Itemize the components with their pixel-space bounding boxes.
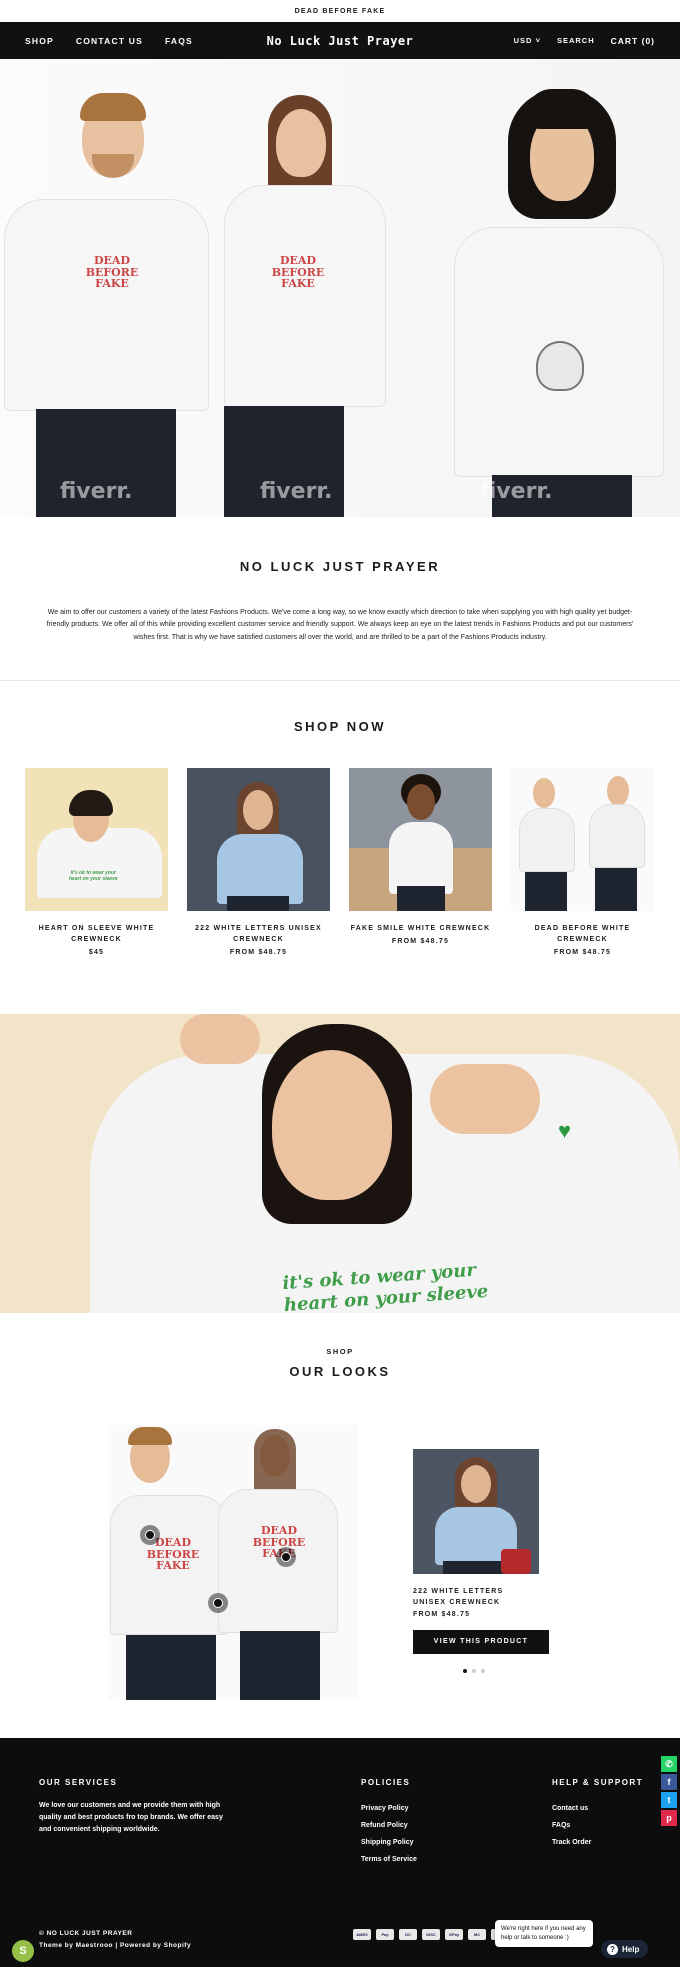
footer-link-track-order[interactable]: Track Order	[552, 1834, 643, 1851]
look-product-image[interactable]	[413, 1449, 539, 1574]
question-icon: ?	[607, 1943, 618, 1955]
product-image[interactable]	[511, 767, 654, 911]
promo-banner: ♥ it's ok to wear your heart on your sle…	[0, 1014, 680, 1313]
credits-text[interactable]: Theme by Maestrooo | Powered by Shopify	[39, 1940, 191, 1952]
currency-label: USD	[513, 36, 533, 45]
announcement-bar: DEAD BEFORE FAKE	[0, 0, 680, 22]
footer-link-terms[interactable]: Terms of Service	[361, 1851, 417, 1868]
product-price: FROM $48.75	[229, 949, 288, 957]
footer-policies: POLICIES Privacy Policy Refund Policy Sh…	[361, 1778, 417, 1869]
product-price: $45	[88, 949, 105, 957]
look-product-card: 222 WHITE LETTERS UNISEX CREWNECK FROM $…	[413, 1449, 549, 1655]
footer-policies-title: POLICIES	[361, 1778, 411, 1787]
footer-link-privacy[interactable]: Privacy Policy	[361, 1800, 417, 1817]
look-hotspot[interactable]	[276, 1547, 296, 1567]
product-image[interactable]	[187, 767, 330, 911]
product-image[interactable]	[349, 767, 492, 911]
product-title[interactable]: FAKE SMILE WHITE CREWNECK	[349, 923, 492, 934]
shop-now-title: SHOP NOW	[294, 718, 386, 734]
carousel-dots	[463, 1669, 485, 1673]
shop-now-section: SHOP NOW it's ok to wear your heart on yo…	[0, 681, 680, 956]
footer-services-title: OUR SERVICES	[39, 1778, 118, 1787]
carousel-dot[interactable]	[463, 1669, 467, 1673]
google-pay-icon: GPay	[445, 1929, 463, 1940]
discover-icon: DISC	[422, 1929, 440, 1940]
product-card[interactable]: 222 WHITE LETTERS UNISEX CREWNECK FROM $…	[187, 767, 330, 957]
footer-services: OUR SERVICES We love our customers and w…	[39, 1778, 229, 1836]
site-header: SHOP CONTACT US FAQS No Luck Just Prayer…	[0, 22, 680, 59]
look-hotspot[interactable]	[140, 1525, 160, 1545]
footer-help: HELP & SUPPORT Contact us FAQs Track Ord…	[552, 1778, 643, 1851]
product-title[interactable]: 222 WHITE LETTERS UNISEX CREWNECK	[187, 923, 330, 945]
product-grid: it's ok to wear your heart on your sleeve…	[0, 767, 680, 957]
amex-icon: AMEX	[353, 1929, 371, 1940]
main-nav: SHOP CONTACT US FAQS	[25, 36, 193, 46]
cart-link[interactable]: CART (0)	[611, 36, 655, 46]
chevron-down-icon: ˅	[535, 36, 541, 45]
pinterest-icon[interactable]: p	[661, 1810, 677, 1826]
hero-print-text: DEAD BEFORE FAKE	[85, 254, 139, 291]
carousel-dot[interactable]	[481, 1669, 485, 1673]
hero-image: DEAD BEFORE FAKE DEAD BEFORE FAKE fiverr…	[0, 59, 680, 517]
currency-selector[interactable]: USD ˅	[514, 36, 541, 45]
watermark: fiverr.	[60, 479, 133, 504]
footer-link-contact[interactable]: Contact us	[552, 1800, 643, 1817]
heart-icon: ♥	[558, 1118, 572, 1143]
announcement-text: DEAD BEFORE FAKE	[294, 7, 386, 15]
site-logo[interactable]: No Luck Just Prayer	[267, 34, 414, 48]
search-link[interactable]: SEARCH	[557, 36, 595, 45]
nav-faqs[interactable]: FAQS	[165, 36, 193, 46]
footer-help-title: HELP & SUPPORT	[552, 1778, 644, 1787]
nav-contact-us[interactable]: CONTACT US	[76, 36, 143, 46]
about-title: NO LUCK JUST PRAYER	[239, 559, 441, 574]
carousel-dot[interactable]	[472, 1669, 476, 1673]
footer-copyright: © NO LUCK JUST PRAYER Theme by Maestrooo…	[39, 1928, 191, 1953]
looks-section: SHOP OUR LOOKS	[0, 1347, 680, 1379]
footer-link-faqs[interactable]: FAQs	[552, 1817, 643, 1834]
help-button[interactable]: ? Help	[601, 1940, 649, 1958]
about-text: We aim to offer our customers a variety …	[46, 609, 634, 641]
nav-shop[interactable]: SHOP	[25, 36, 54, 46]
product-price: FROM $48.75	[553, 949, 612, 957]
product-card[interactable]: DEAD BEFORE WHITE CREWNECK FROM $48.75	[511, 767, 654, 957]
product-title[interactable]: DEAD BEFORE WHITE CREWNECK	[511, 923, 654, 945]
view-product-button[interactable]: VIEW THIS PRODUCT	[413, 1630, 549, 1655]
mastercard-icon: MC	[468, 1929, 486, 1940]
look-image: DEAD BEFORE FAKE DEAD BEFORE FAKE	[108, 1425, 358, 1700]
footer-services-text: We love our customers and we provide the…	[39, 1802, 223, 1833]
about-section: NO LUCK JUST PRAYER We aim to offer our …	[0, 517, 680, 644]
footer-link-shipping[interactable]: Shipping Policy	[361, 1834, 417, 1851]
look-hotspot[interactable]	[208, 1593, 228, 1613]
shopify-bag-icon[interactable]: S	[12, 1940, 34, 1962]
hero-model-woman-right	[440, 59, 680, 517]
diners-club-icon: DC	[399, 1929, 417, 1940]
social-share-bar: ✆ f t p	[661, 1756, 677, 1826]
product-image[interactable]: it's ok to wear your heart on your sleeve	[25, 767, 168, 911]
facebook-icon[interactable]: f	[661, 1774, 677, 1790]
apple-pay-icon: Pay	[376, 1929, 394, 1940]
copyright-text: © NO LUCK JUST PRAYER	[39, 1930, 133, 1937]
product-card[interactable]: FAKE SMILE WHITE CREWNECK FROM $48.75	[349, 767, 492, 956]
smiley-print	[536, 341, 584, 391]
product-card[interactable]: it's ok to wear your heart on your sleeve…	[25, 767, 168, 957]
look-product-price: FROM $48.75	[413, 1611, 471, 1619]
look-product-title[interactable]: 222 WHITE LETTERS UNISEX CREWNECK	[413, 1586, 539, 1608]
product-title[interactable]: HEART ON SLEEVE WHITE CREWNECK	[25, 923, 168, 945]
looks-title: OUR LOOKS	[289, 1364, 391, 1379]
footer-link-refund[interactable]: Refund Policy	[361, 1817, 417, 1834]
product-price: FROM $48.75	[391, 937, 450, 945]
chat-bubble[interactable]: We're right here if you need any help or…	[495, 1920, 593, 1948]
help-label: Help	[622, 1944, 640, 1954]
twitter-icon[interactable]: t	[661, 1792, 677, 1808]
whatsapp-icon[interactable]: ✆	[661, 1756, 677, 1772]
looks-subtitle: SHOP	[326, 1347, 354, 1356]
header-actions: USD ˅ SEARCH CART (0)	[514, 36, 655, 46]
hero-model-woman: DEAD BEFORE FAKE	[150, 59, 390, 517]
